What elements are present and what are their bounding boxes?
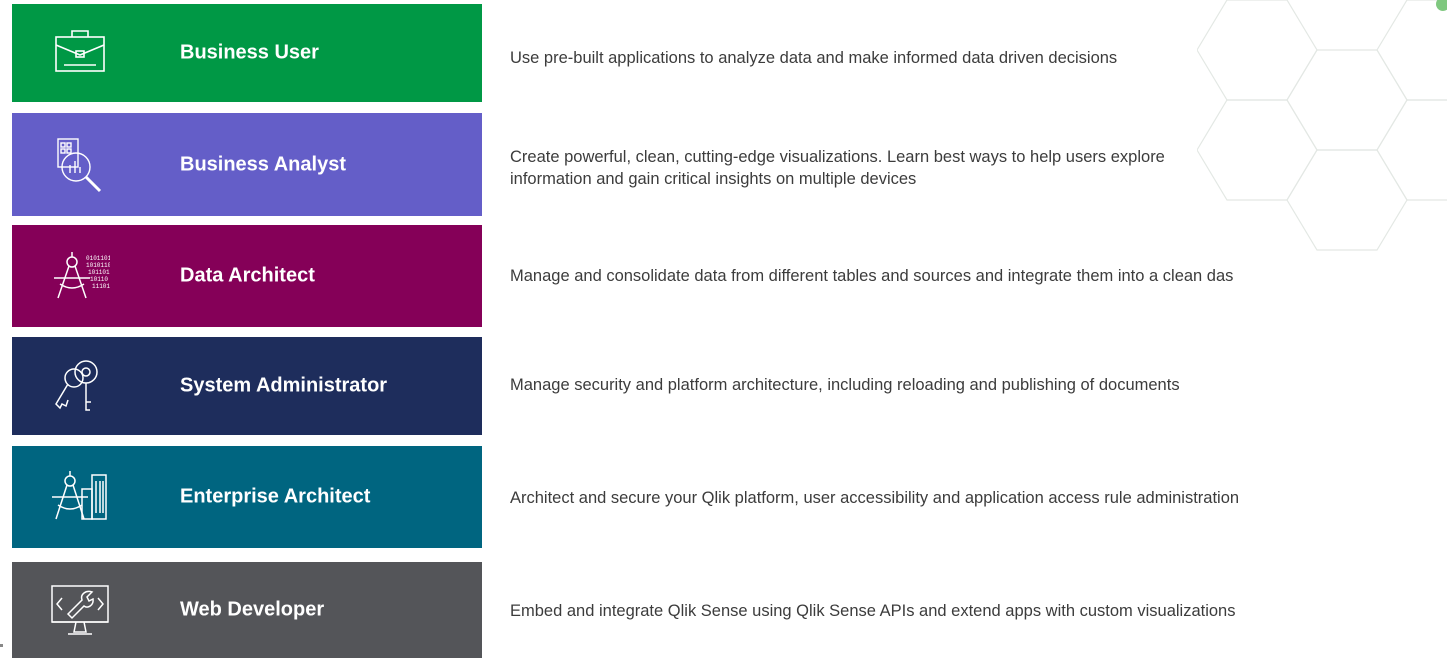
role-title: System Administrator [180,374,388,397]
monitor-wrench-icon [50,580,110,640]
role-description: Create powerful, clean, cutting-edge vis… [510,146,1165,190]
role-description: Manage and consolidate data from differe… [510,267,1234,285]
role-title: Business Analyst [180,153,346,175]
role-title: Business User [180,41,319,64]
magnifier-chart-icon [50,135,110,195]
briefcase-icon [50,23,110,83]
compass-binary-icon: 0101101 1010110 101101 10110 11101 [50,246,110,306]
role-business-analyst[interactable]: Business Analyst [12,113,482,216]
role-title: Data Architect [180,264,315,287]
role-description: Embed and integrate Qlik Sense using Qli… [510,602,1236,620]
slide-marker [0,644,3,647]
role-system-administrator[interactable]: System Administrator [12,337,482,435]
role-title: Enterprise Architect [180,485,371,508]
hexagon-pattern-decoration [1197,0,1447,251]
role-business-user[interactable]: Business User [12,4,482,102]
svg-text:101101: 101101 [88,269,110,276]
description-line: Create powerful, clean, cutting-edge vis… [510,148,1165,166]
svg-text:11101: 11101 [92,283,110,290]
compass-building-icon [50,467,110,527]
svg-text:0101101: 0101101 [86,255,110,262]
role-enterprise-architect[interactable]: Enterprise Architect [12,446,482,548]
description-line: information and gain critical insights o… [510,170,917,188]
role-description: Manage security and platform architectur… [510,376,1180,394]
role-web-developer[interactable]: Web Developer [12,562,482,658]
role-title: Web Developer [180,598,325,621]
role-description: Architect and secure your Qlik platform,… [510,489,1240,507]
role-description: Use pre-built applications to analyze da… [510,49,1118,67]
role-data-architect[interactable]: 0101101 1010110 101101 10110 11101 Data … [12,225,482,327]
svg-text:10110: 10110 [90,276,108,283]
svg-text:1010110: 1010110 [86,262,110,269]
keys-icon [50,356,110,416]
